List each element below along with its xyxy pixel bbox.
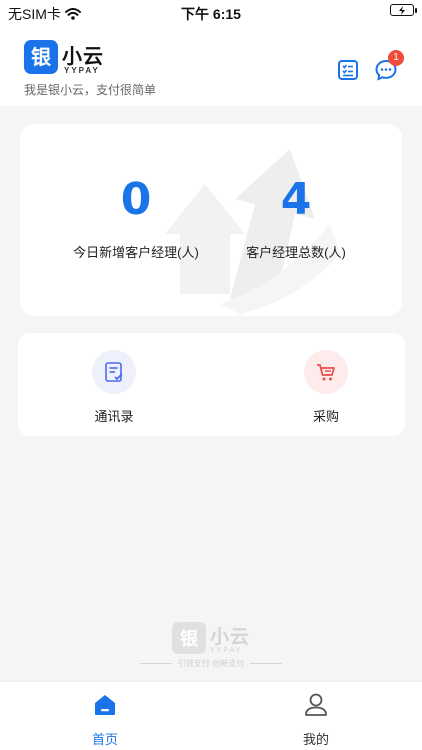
tab-home[interactable]: 首页 [65,692,145,748]
app-logo: 银 [24,40,58,74]
stat-value: 0 [120,174,152,225]
svg-text:银: 银 [180,628,199,650]
stat-new-managers: 0 今日新增客户经理(人) [56,172,216,261]
cart-icon [317,364,335,381]
quick-menu-card: 通讯录 采购 [18,333,405,436]
status-bar: 无SIM卡 下午 6:15 [0,0,422,24]
brand-name: 小云 [62,46,104,68]
menu-item-contacts[interactable]: 通讯录 [54,350,174,425]
slogan: 我是银小云，支付很简单 [24,83,157,97]
tab-label: 首页 [91,732,118,747]
divider [139,663,172,664]
user-icon [305,693,327,716]
cart-icon-bg [304,350,348,394]
tab-label: 我的 [302,732,329,747]
stat-label: 今日新增客户经理(人) [73,245,199,260]
watermark-logo-icon: 银 [180,628,199,650]
contacts-icon-bg [92,350,136,394]
watermark-logo: 银 [171,622,206,654]
menu-label: 采购 [312,409,339,424]
stat-value: 4 [280,174,312,225]
watermark-tagline: 引领支付·创新支付 [177,659,245,668]
bottom-tab-bar: 首页 我的 [0,681,422,750]
notification-badge: 1 [388,50,404,66]
menu-item-purchase[interactable]: 采购 [266,350,386,425]
watermark-name: 小云 [209,627,250,648]
menu-label: 通讯录 [94,409,134,424]
stats-card: 0 今日新增客户经理(人) 4 客户经理总数(人) [20,124,402,316]
app-header: 银 小云 YYPAY 我是银小云，支付很简单 1 [0,24,422,106]
stat-label: 客户经理总数(人) [246,245,346,260]
watermark-tagline-row: 引领支付·创新支付 [0,658,422,669]
footer-watermark: 银 小云 YYPAY 引领支付·创新支付 [0,622,422,669]
brand-subtitle: YYPAY [64,66,100,75]
logo-mark-icon: 银 [31,45,52,69]
watermark-brand: 银 小云 YYPAY [0,622,422,654]
divider [250,663,283,664]
clock: 下午 6:15 [181,6,241,22]
checklist-icon [338,60,358,80]
svg-text:银: 银 [31,45,52,69]
battery-icon [390,4,417,16]
messages-button[interactable]: 1 [374,50,404,82]
contacts-icon [105,362,123,382]
home-icon [95,695,115,715]
tab-mine[interactable]: 我的 [276,692,356,748]
task-list-button[interactable] [336,58,360,82]
stat-total-managers: 4 客户经理总数(人) [216,172,376,261]
